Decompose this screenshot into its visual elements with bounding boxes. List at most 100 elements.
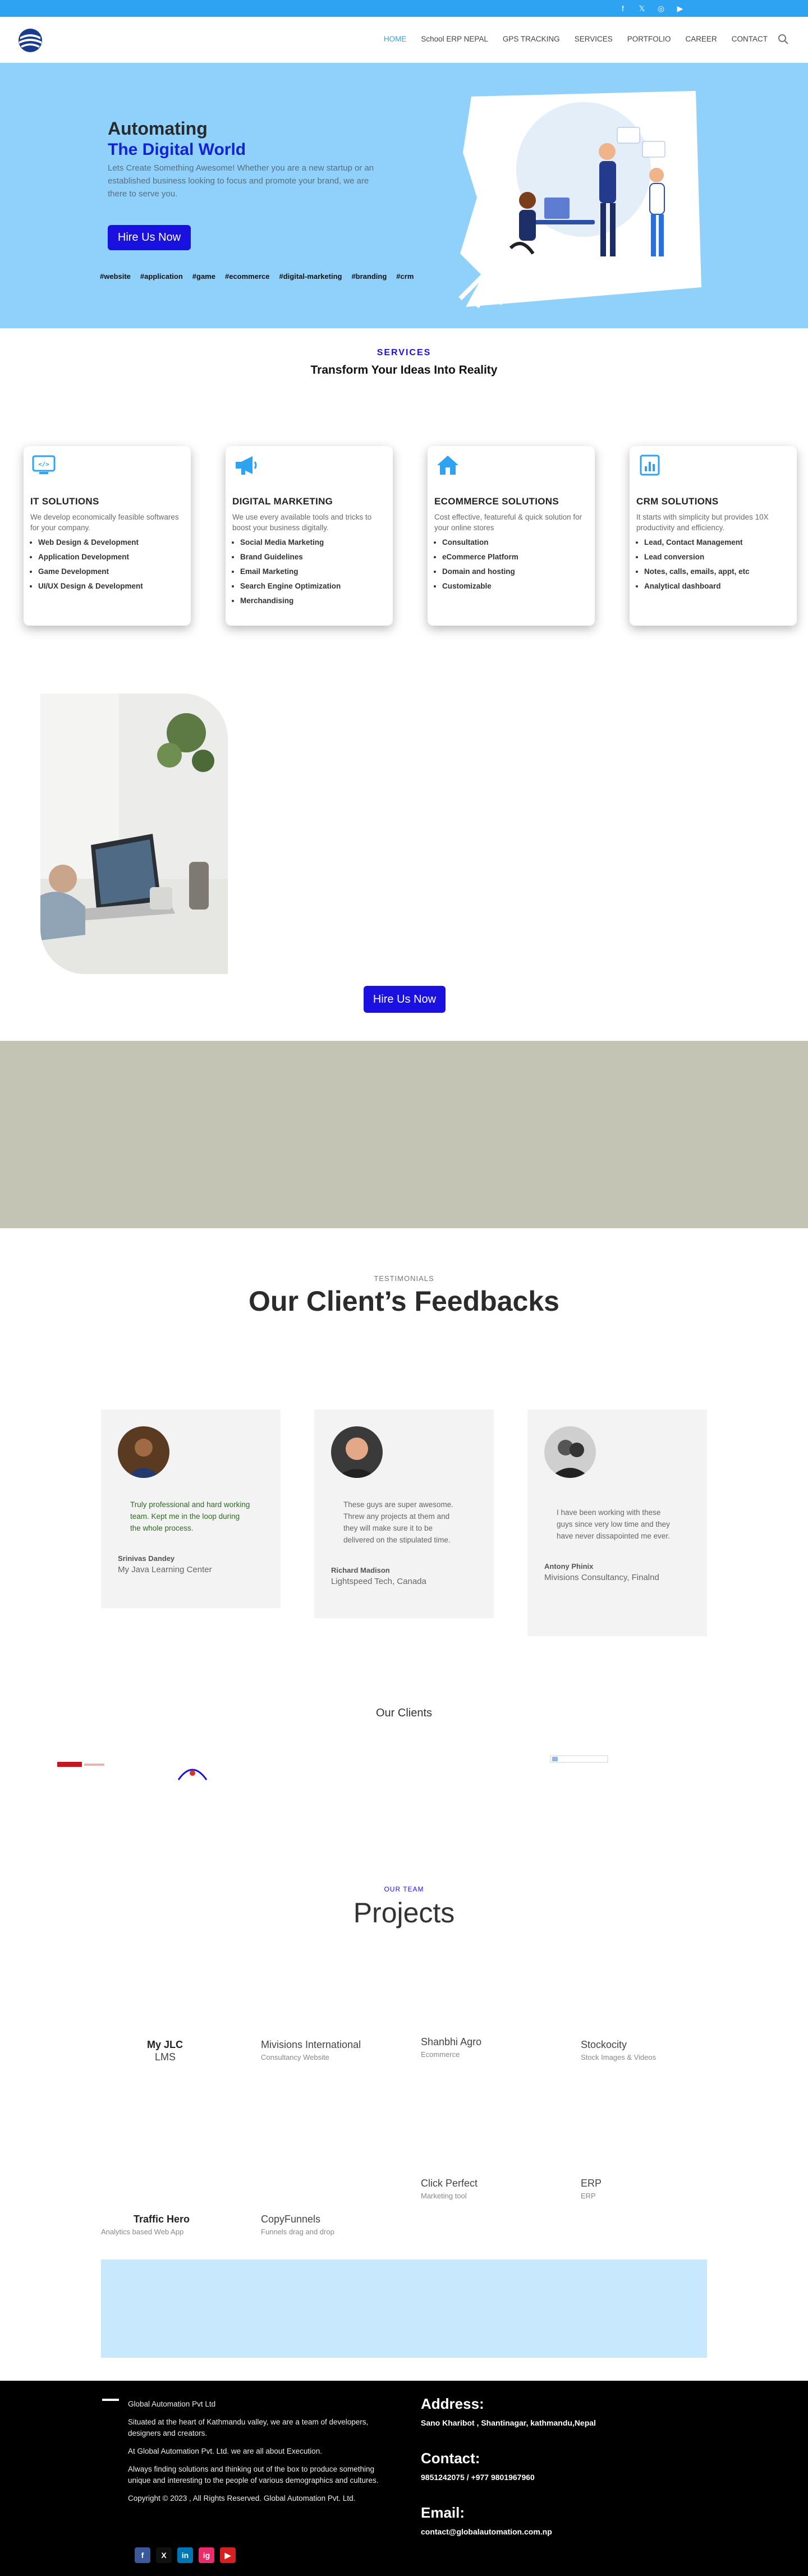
instagram-icon[interactable]: ig <box>199 2547 214 2563</box>
testimonials-kicker: TESTIMONIALS <box>374 1274 434 1283</box>
tag: #game <box>192 272 215 281</box>
project-item[interactable]: Click Perfect Marketing tool <box>421 2177 556 2200</box>
search-icon[interactable] <box>778 34 789 45</box>
avatar <box>331 1426 383 1478</box>
list-item: Domain and hosting <box>442 564 588 579</box>
project-name: Mivisions International <box>261 2039 361 2050</box>
x-icon[interactable]: 𝕏 <box>637 4 646 13</box>
list-item: Merchandising <box>240 594 386 608</box>
project-name: Shanbhi Agro <box>421 2036 482 2047</box>
card-title: ECOMMERCE SOLUTIONS <box>434 496 559 507</box>
nav-career[interactable]: CAREER <box>685 35 717 43</box>
nav-portfolio[interactable]: PORTFOLIO <box>627 35 671 43</box>
x-icon[interactable]: X <box>156 2547 172 2563</box>
hire-us-button-secondary[interactable]: Hire Us Now <box>364 986 446 1013</box>
testimonial-quote: I have been working with these guys sinc… <box>557 1508 670 1540</box>
email-value[interactable]: contact@globalautomation.com.np <box>421 2527 701 2536</box>
project-item[interactable]: Traffic Hero Analytics based Web App <box>101 2213 236 2236</box>
project-desc: Consultancy Website <box>261 2053 329 2061</box>
footer-about-text: At Global Automation Pvt. Ltd. we are al… <box>128 2447 322 2455</box>
nav-gps-tracking[interactable]: GPS TRACKING <box>503 35 560 43</box>
list-item: Email Marketing <box>240 564 386 579</box>
clients-title: Our Clients <box>375 1707 433 1719</box>
services-kicker: SERVICES <box>377 348 431 357</box>
list-item: Consultation <box>442 535 588 550</box>
footer-copyright: Copyright © 2023 , All Rights Reserved. … <box>128 2494 356 2502</box>
service-card-ecommerce[interactable]: ECOMMERCE SOLUTIONS Cost effective, feat… <box>428 446 595 626</box>
testimonial-name: Richard Madison <box>331 1566 390 1574</box>
testimonial-name: Antony Phinix <box>544 1562 594 1571</box>
service-card-it[interactable]: </> IT SOLUTIONS We develop economically… <box>24 446 191 626</box>
company-logo[interactable] <box>17 27 44 54</box>
instagram-icon[interactable]: ◎ <box>656 4 665 13</box>
contact-heading: Contact: <box>421 2450 480 2467</box>
project-desc: ERP <box>581 2192 596 2200</box>
card-desc: Cost effective, featureful & quick solut… <box>434 513 582 532</box>
project-name: ERP <box>581 2178 602 2189</box>
hero-title: Automating <box>108 118 208 139</box>
site-footer: Global Automation Pvt Ltd Situated at th… <box>0 2381 808 2576</box>
project-desc: Ecommerce <box>421 2050 460 2059</box>
testimonial-org: Lightspeed Tech, Canada <box>331 1577 426 1586</box>
phone-value[interactable]: 9851242075 / +977 9801967960 <box>421 2473 701 2482</box>
project-name: Stockocity <box>581 2039 627 2050</box>
code-icon: </> <box>32 455 56 474</box>
footer-logo-bar <box>102 2399 119 2401</box>
hire-us-button[interactable]: Hire Us Now <box>108 225 191 250</box>
hero-description: Lets Create Something Awesome! Whether y… <box>108 163 374 199</box>
project-item[interactable]: Mivisions International Consultancy Webs… <box>261 2038 396 2061</box>
project-desc: Marketing tool <box>421 2192 467 2200</box>
project-item[interactable]: CopyFunnels Funnels drag and drop <box>261 2213 396 2236</box>
nav-school-erp[interactable]: School ERP NEPAL <box>421 35 488 43</box>
top-bar: f 𝕏 ◎ ▶ <box>0 0 808 17</box>
list-item: Notes, calls, emails, appt, etc <box>644 564 790 579</box>
footer-company: Global Automation Pvt Ltd <box>128 2400 216 2408</box>
hero-tags: #website #application #game #ecommerce #… <box>100 272 414 281</box>
topbar-social: f 𝕏 ◎ ▶ <box>618 4 685 13</box>
youtube-icon[interactable]: ▶ <box>220 2547 236 2563</box>
service-card-crm[interactable]: CRM SOLUTIONS It starts with simplicity … <box>630 446 797 626</box>
linkedin-icon[interactable]: in <box>177 2547 193 2563</box>
testimonial-org: My Java Learning Center <box>118 1565 212 1574</box>
list-item: Game Development <box>38 564 184 579</box>
chart-icon <box>640 454 660 476</box>
card-desc: We develop economically feasible softwar… <box>30 513 179 532</box>
list-item: Web Design & Development <box>38 535 184 550</box>
home-icon <box>437 456 458 475</box>
hero-subtitle-accent: The Digital World <box>108 140 246 159</box>
project-item[interactable]: ERP ERP <box>581 2177 715 2200</box>
card-desc: We use every available tools and tricks … <box>232 513 372 532</box>
project-desc: Stock Images & Videos <box>581 2053 656 2061</box>
youtube-icon[interactable]: ▶ <box>676 4 685 13</box>
testimonial-card: Truly professional and hard working team… <box>101 1409 281 1608</box>
footer-about: Global Automation Pvt Ltd Situated at th… <box>128 2399 380 2511</box>
service-card-marketing[interactable]: DIGITAL MARKETING We use every available… <box>226 446 393 626</box>
project-desc: Funnels drag and drop <box>261 2228 334 2236</box>
address-value: Sano Kharibot , Shantinagar, kathmandu,N… <box>421 2418 596 2427</box>
facebook-icon[interactable]: f <box>618 4 627 13</box>
laptop-image <box>40 694 228 974</box>
address-heading: Address: <box>421 2395 484 2412</box>
tag: #ecommerce <box>224 272 270 281</box>
footer-about-text: Situated at the heart of Kathmandu valle… <box>128 2418 369 2437</box>
project-item[interactable]: Shanbhi Agro Ecommerce <box>421 2036 556 2059</box>
nav-contact[interactable]: CONTACT <box>732 35 768 43</box>
footer-social: f X in ig ▶ <box>135 2547 236 2563</box>
testimonial-card: These guys are super awesome. Threw any … <box>314 1409 494 1618</box>
project-name: Click Perfect <box>421 2178 478 2189</box>
service-cards: </> IT SOLUTIONS We develop economically… <box>24 446 797 626</box>
project-name: Traffic Hero <box>134 2214 190 2225</box>
facebook-icon[interactable]: f <box>135 2547 150 2563</box>
tag: #digital-marketing <box>279 272 342 281</box>
banner-placeholder <box>0 1041 808 1228</box>
nav-home[interactable]: HOME <box>384 35 407 43</box>
card-title: DIGITAL MARKETING <box>232 496 333 507</box>
main-nav: HOME School ERP NEPAL GPS TRACKING SERVI… <box>384 35 768 43</box>
nav-services[interactable]: SERVICES <box>575 35 613 43</box>
testimonials-title: Our Client’s Feedbacks <box>249 1285 559 1317</box>
project-item[interactable]: Stockocity Stock Images & Videos <box>581 2038 715 2061</box>
list-item: Analytical dashboard <box>644 579 790 594</box>
project-desc: Analytics based Web App <box>101 2228 184 2236</box>
site-header: HOME School ERP NEPAL GPS TRACKING SERVI… <box>0 17 808 63</box>
content-placeholder <box>101 2260 707 2358</box>
